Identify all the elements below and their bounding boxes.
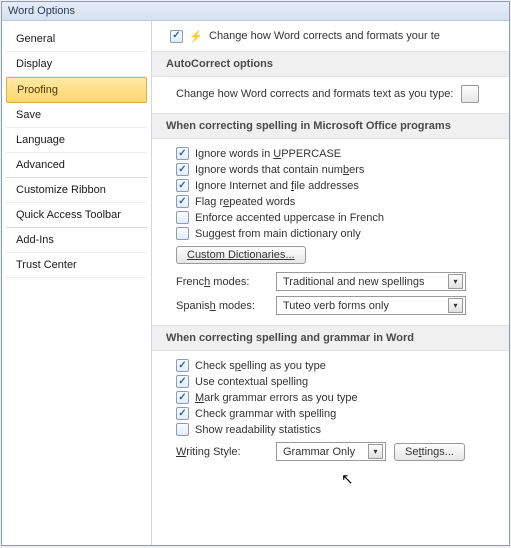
sidebar-item-save[interactable]: Save [6, 103, 147, 128]
office-option-2: Ignore Internet and file addresses [176, 179, 505, 192]
office-label-4: Enforce accented uppercase in French [195, 212, 384, 224]
chevron-down-icon: ▾ [448, 298, 463, 313]
word-label-1: Use contextual spelling [195, 376, 308, 388]
word-option-0: Check spelling as you type [176, 359, 505, 372]
office-option-0: Ignore words in UPPERCASE [176, 147, 505, 160]
options-content: ⚡ Change how Word corrects and formats y… [152, 21, 509, 545]
chevron-down-icon: ▾ [368, 444, 383, 459]
word-checkbox-0[interactable] [176, 359, 189, 372]
office-option-1: Ignore words that contain numbers [176, 163, 505, 176]
custom-dictionaries-button[interactable]: Custom Dictionaries... [176, 246, 306, 264]
word-checkbox-4[interactable] [176, 423, 189, 436]
word-option-1: Use contextual spelling [176, 375, 505, 388]
word-checkbox-3[interactable] [176, 407, 189, 420]
autocorrect-options-button[interactable] [461, 85, 479, 103]
office-checkbox-4[interactable] [176, 211, 189, 224]
word-label-2: Mark grammar errors as you type [195, 392, 358, 404]
office-option-4: Enforce accented uppercase in French [176, 211, 505, 224]
office-label-3: Flag repeated words [195, 196, 295, 208]
top-checkbox[interactable] [170, 30, 183, 43]
sidebar-item-quick-access-toolbar[interactable]: Quick Access Toolbar [6, 203, 147, 228]
word-option-4: Show readability statistics [176, 423, 505, 436]
french-modes-label: French modes: [176, 276, 268, 288]
group-autocorrect-header: AutoCorrect options [152, 51, 509, 77]
mouse-cursor: ↖ [341, 470, 354, 488]
sidebar-item-language[interactable]: Language [6, 128, 147, 153]
window-body: GeneralDisplayProofingSaveLanguageAdvanc… [2, 21, 509, 545]
sidebar-item-proofing[interactable]: Proofing [6, 77, 147, 103]
office-checkbox-3[interactable] [176, 195, 189, 208]
sidebar-item-display[interactable]: Display [6, 52, 147, 77]
window-title: Word Options [2, 2, 509, 21]
french-modes-select[interactable]: Traditional and new spellings ▾ [276, 272, 466, 291]
word-label-0: Check spelling as you type [195, 360, 326, 372]
sidebar-item-customize-ribbon[interactable]: Customize Ribbon [6, 178, 147, 203]
word-checkbox-2[interactable] [176, 391, 189, 404]
office-label-0: Ignore words in UPPERCASE [195, 148, 341, 160]
office-option-5: Suggest from main dictionary only [176, 227, 505, 240]
office-checkbox-0[interactable] [176, 147, 189, 160]
lightning-icon: ⚡ [189, 29, 203, 43]
group-office-header: When correcting spelling in Microsoft Of… [152, 113, 509, 139]
autocorrect-line: Change how Word corrects and formats tex… [176, 88, 453, 100]
word-option-2: Mark grammar errors as you type [176, 391, 505, 404]
word-label-4: Show readability statistics [195, 424, 321, 436]
sidebar-item-add-ins[interactable]: Add-Ins [6, 228, 147, 253]
sidebar-item-advanced[interactable]: Advanced [6, 153, 147, 178]
word-checkbox-1[interactable] [176, 375, 189, 388]
office-checkbox-2[interactable] [176, 179, 189, 192]
office-label-2: Ignore Internet and file addresses [195, 180, 359, 192]
office-checkbox-1[interactable] [176, 163, 189, 176]
sidebar-item-trust-center[interactable]: Trust Center [6, 253, 147, 278]
office-label-5: Suggest from main dictionary only [195, 228, 361, 240]
word-option-3: Check grammar with spelling [176, 407, 505, 420]
word-options-window: Word Options GeneralDisplayProofingSaveL… [1, 1, 510, 546]
spanish-modes-select[interactable]: Tuteo verb forms only ▾ [276, 296, 466, 315]
settings-button[interactable]: Settings... [394, 443, 465, 461]
word-label-3: Check grammar with spelling [195, 408, 336, 420]
group-word-header: When correcting spelling and grammar in … [152, 325, 509, 351]
chevron-down-icon: ▾ [448, 274, 463, 289]
office-checkbox-5[interactable] [176, 227, 189, 240]
office-label-1: Ignore words that contain numbers [195, 164, 364, 176]
top-summary-text: Change how Word corrects and formats you… [209, 30, 440, 42]
top-summary-row: ⚡ Change how Word corrects and formats y… [170, 29, 505, 43]
spanish-modes-label: Spanish modes: [176, 300, 268, 312]
writing-style-label: Writing Style: [176, 446, 268, 458]
writing-style-select[interactable]: Grammar Only ▾ [276, 442, 386, 461]
sidebar-item-general[interactable]: General [6, 27, 147, 52]
office-option-3: Flag repeated words [176, 195, 505, 208]
category-sidebar: GeneralDisplayProofingSaveLanguageAdvanc… [2, 21, 152, 545]
